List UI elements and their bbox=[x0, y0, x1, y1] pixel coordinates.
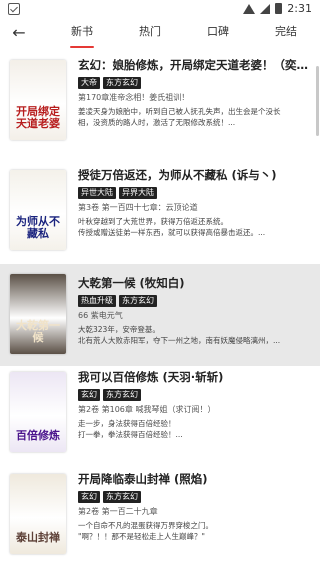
book-cover: 百倍修炼 bbox=[10, 372, 66, 452]
book-title: 授徒万倍返还，为师从不藏私 (诉与丶) bbox=[78, 168, 277, 182]
book-tags: 异世大陆 异界大陆 bbox=[78, 187, 312, 199]
book-description: 叶秋穿越到了大荒世界，获得万倍返还系统。 传授或赠送徒弟一样东西，就可以获得高倍… bbox=[78, 217, 266, 237]
tab-hot[interactable]: 热门 bbox=[116, 18, 184, 48]
genre-tag: 玄幻 bbox=[78, 491, 100, 503]
book-list-item[interactable]: 泰山封禅 开局降临泰山封禅 (照焰) 玄幻 东方玄幻 第2卷 第一百二十九章 一… bbox=[0, 466, 320, 568]
genre-tag: 异界大陆 bbox=[119, 187, 157, 199]
tab-completed[interactable]: 完结 bbox=[252, 18, 320, 48]
genre-tag: 大帝 bbox=[78, 77, 100, 89]
genre-tag: 异世大陆 bbox=[78, 187, 116, 199]
book-tags: 大帝 东方玄幻 bbox=[78, 77, 312, 89]
top-nav: ← 新书 热门 口碑 完结 bbox=[0, 18, 320, 48]
genre-tag: 东方玄幻 bbox=[103, 491, 141, 503]
latest-chapter: 66 紫电元气 bbox=[78, 311, 123, 320]
genre-tag: 东方玄幻 bbox=[119, 295, 157, 307]
genre-tag: 玄幻 bbox=[78, 389, 100, 401]
book-cover: 开局绑定天道老婆 bbox=[10, 60, 66, 140]
book-tags: 玄幻 东方玄幻 bbox=[78, 491, 312, 503]
book-description: 走一步，身法获得百倍经验！ 打一拳，拳法获得百倍经验！... bbox=[78, 419, 183, 439]
latest-chapter: 第170章准帝念相！姜氏祖训！ bbox=[78, 93, 190, 102]
clock: 2:31 bbox=[287, 2, 312, 15]
back-arrow-icon[interactable]: ← bbox=[8, 22, 30, 44]
book-title: 开局降临泰山封禅 (照焰) bbox=[78, 472, 208, 486]
category-tabs: 新书 热门 口碑 完结 bbox=[48, 18, 320, 48]
notification-icon bbox=[8, 3, 20, 15]
book-description: 一个自命不凡的混蛋获得万界穿梭之门。 "啊？！！那不是轻松走上人生巅峰？" bbox=[78, 521, 213, 541]
tab-reputation[interactable]: 口碑 bbox=[184, 18, 252, 48]
book-cover: 为师从不藏私 bbox=[10, 170, 66, 250]
genre-tag: 热血升级 bbox=[78, 295, 116, 307]
book-list-item[interactable]: 大乾第一候 大乾第一候 (牧知白) 热血升级 东方玄幻 66 紫电元气 大乾32… bbox=[0, 264, 320, 366]
book-title: 我可以百倍修炼 (天羽·斩斩) bbox=[78, 370, 224, 384]
book-cover: 大乾第一候 bbox=[10, 274, 66, 354]
wifi-icon bbox=[243, 3, 256, 14]
book-list-item[interactable]: 百倍修炼 我可以百倍修炼 (天羽·斩斩) 玄幻 东方玄幻 第2卷 第106章 喊… bbox=[0, 366, 320, 468]
status-bar: 2:31 bbox=[0, 0, 320, 18]
genre-tag: 东方玄幻 bbox=[103, 389, 141, 401]
signal-icon bbox=[260, 3, 271, 14]
status-icons: 2:31 bbox=[243, 2, 312, 15]
latest-chapter: 第2卷 第一百二十九章 bbox=[78, 507, 158, 516]
latest-chapter: 第2卷 第106章 喊我琴姐（求订阅！） bbox=[78, 405, 216, 414]
book-list-item[interactable]: 为师从不藏私 授徒万倍返还，为师从不藏私 (诉与丶) 异世大陆 异界大陆 第3卷… bbox=[0, 158, 320, 260]
book-list-item[interactable]: 开局绑定天道老婆 玄幻：娘胎修炼，开局绑定天道老婆！（奕辣条... 大帝 东方玄… bbox=[0, 48, 320, 150]
latest-chapter: 第3卷 第一百四十七章：云顶论道 bbox=[78, 203, 198, 212]
book-tags: 热血升级 东方玄幻 bbox=[78, 295, 312, 307]
battery-icon bbox=[275, 3, 283, 14]
book-cover: 泰山封禅 bbox=[10, 474, 66, 554]
tab-new[interactable]: 新书 bbox=[48, 18, 116, 48]
book-title: 玄幻：娘胎修炼，开局绑定天道老婆！（奕辣条... bbox=[78, 58, 312, 72]
scrollbar[interactable] bbox=[316, 66, 319, 136]
genre-tag: 东方玄幻 bbox=[103, 77, 141, 89]
book-description: 大乾323年，安帝登基。 北有荒人大败赤阳军，夺下一州之地，南有妖魔侵略漓州，.… bbox=[78, 325, 281, 345]
book-tags: 玄幻 东方玄幻 bbox=[78, 389, 312, 401]
book-title: 大乾第一候 (牧知白) bbox=[78, 276, 185, 290]
book-description: 姜凌天身为娘胎中，听到自己被人抚孔失声，出生会是个没长 相，没资质的路人时，激活… bbox=[78, 107, 281, 127]
